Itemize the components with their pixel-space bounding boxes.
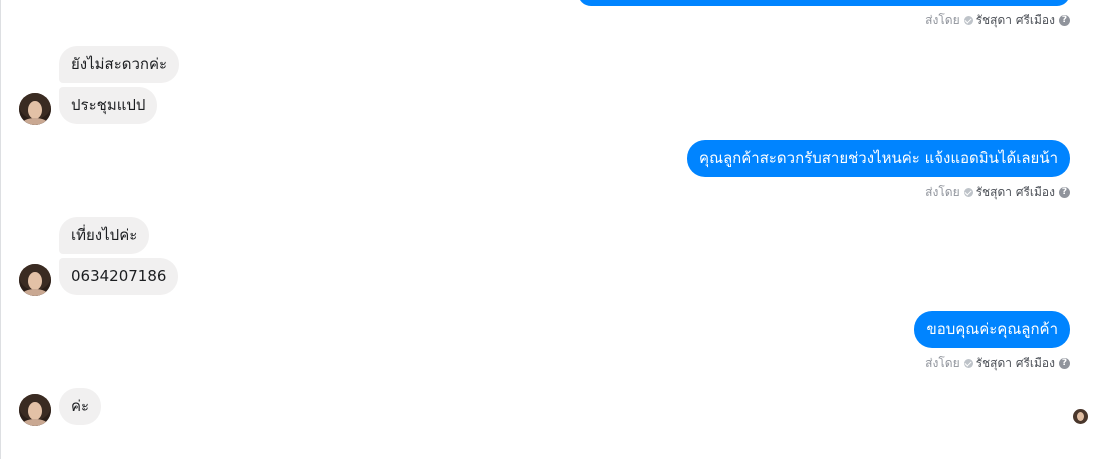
agent-name-link[interactable]: รัชสุดา ศรีเมือง (976, 184, 1055, 200)
incoming-message-bubble[interactable]: ยังไม่สะดวกค่ะ (59, 46, 180, 83)
check-icon (963, 15, 973, 25)
sent-by-label: ส่งโดย รัชสุดา ศรีเมือง ? (925, 355, 1070, 371)
panel-border (0, 0, 1, 459)
help-icon[interactable]: ? (1059, 186, 1070, 198)
sent-by-prefix: ส่งโดย (925, 13, 960, 27)
incoming-message-bubble[interactable]: ประชุมแปป (59, 87, 158, 124)
customer-avatar[interactable] (19, 93, 51, 125)
customer-avatar[interactable] (19, 394, 51, 426)
help-icon[interactable]: ? (1059, 357, 1070, 369)
agent-name-link[interactable]: รัชสุดา ศรีเมือง (976, 12, 1055, 28)
outgoing-message-bubble-partial[interactable] (578, 0, 1070, 6)
incoming-message-bubble[interactable]: 0634207186 (59, 258, 179, 295)
check-icon (963, 358, 973, 368)
sent-by-prefix: ส่งโดย (925, 185, 960, 199)
sent-by-prefix: ส่งโดย (925, 356, 960, 370)
sent-by-label: ส่งโดย รัชสุดา ศรีเมือง ? (925, 12, 1070, 28)
outgoing-message-bubble[interactable]: คุณลูกค้าสะดวกรับสายช่วงไหนค่ะ แจ้งแอดมิ… (687, 140, 1070, 177)
incoming-message-bubble[interactable]: เที่ยงไปค่ะ (59, 217, 150, 254)
sent-by-label: ส่งโดย รัชสุดา ศรีเมือง ? (925, 184, 1070, 200)
seen-indicator-avatar (1073, 409, 1088, 424)
check-icon (963, 187, 973, 197)
incoming-message-bubble[interactable]: ค่ะ (59, 388, 102, 425)
customer-avatar[interactable] (19, 264, 51, 296)
help-icon[interactable]: ? (1059, 14, 1070, 26)
outgoing-message-bubble[interactable]: ขอบคุณค่ะคุณลูกค้า (914, 311, 1070, 348)
agent-name-link[interactable]: รัชสุดา ศรีเมือง (976, 355, 1055, 371)
